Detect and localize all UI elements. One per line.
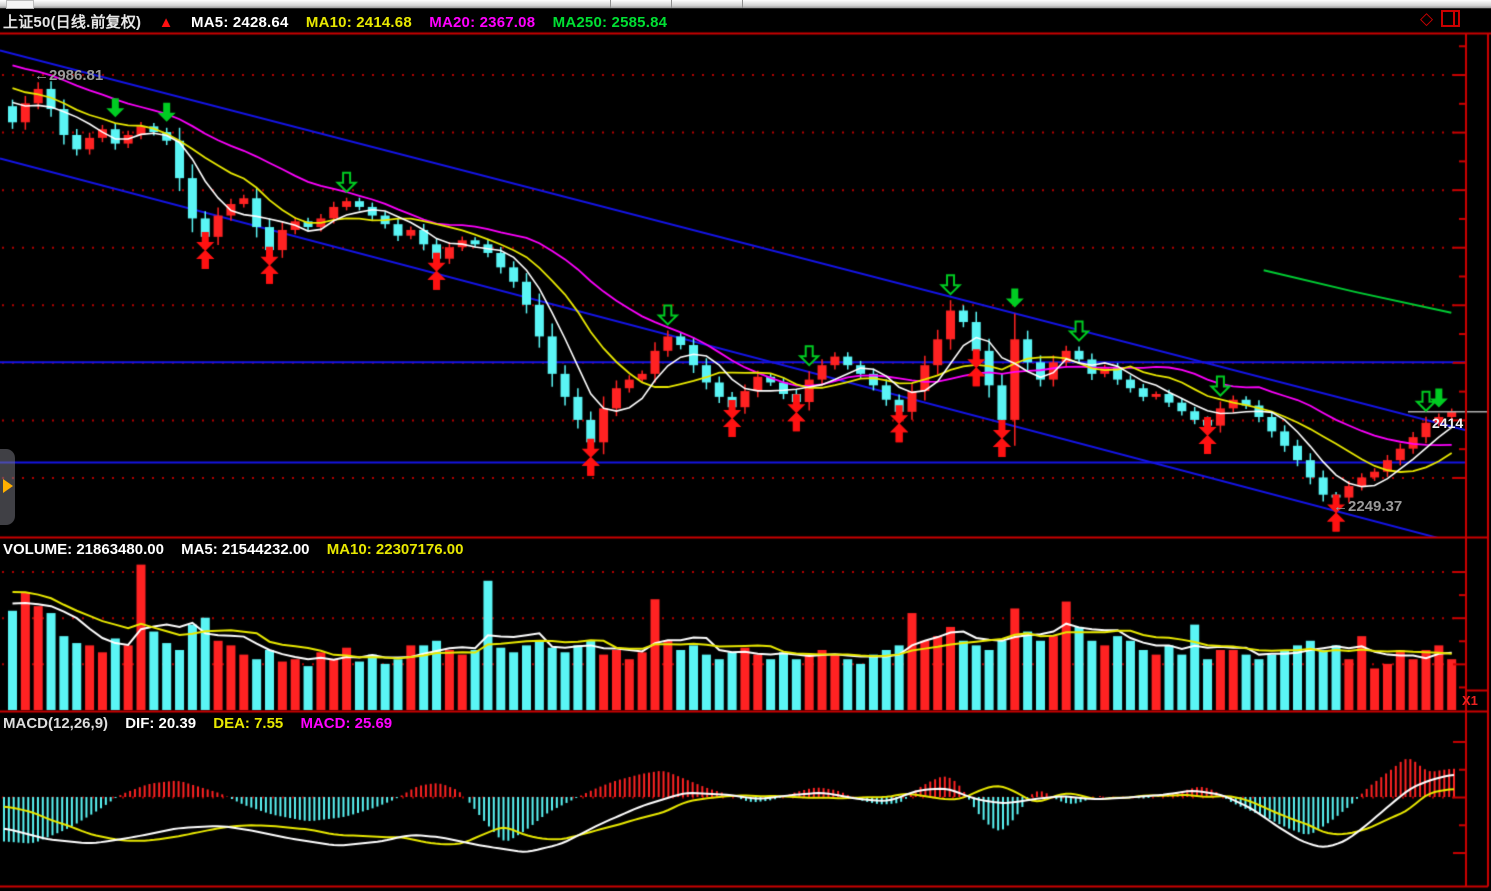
period-high-label: ←2986.81 (34, 67, 103, 84)
toolbar-edge-strip (0, 0, 1491, 9)
toolbar-separator (671, 0, 672, 8)
ma10-value: MA10: 2414.68 (306, 14, 412, 31)
dea-value: DEA: 7.55 (213, 715, 283, 732)
macd-value: MACD: 25.69 (300, 715, 392, 732)
ma20-value: MA20: 2367.08 (429, 14, 535, 31)
macd-header: MACD(12,26,9) DIF: 20.39 DEA: 7.55 MACD:… (3, 715, 405, 732)
volume-ma10-value: MA10: 22307176.00 (327, 541, 464, 558)
ma250-value: MA250: 2585.84 (553, 14, 668, 31)
ma5-value: MA5: 2428.64 (191, 14, 288, 31)
toolbar-button-edge (6, 0, 34, 9)
volume-value: VOLUME: 21863480.00 (3, 541, 164, 558)
last-price-label: 2414 (1432, 415, 1463, 431)
chart-canvas[interactable] (0, 0, 1491, 891)
toolbar-separator (742, 0, 743, 8)
chart-corner-tools: ◇ (1420, 10, 1460, 27)
dif-value: DIF: 20.39 (125, 715, 196, 732)
up-arrow-icon: ▲ (159, 14, 174, 31)
volume-header: VOLUME: 21863480.00 MA5: 21544232.00 MA1… (3, 541, 476, 558)
split-window-icon[interactable] (1441, 10, 1460, 27)
diamond-marker-icon[interactable]: ◇ (1420, 10, 1433, 27)
chart-header: 上证50(日线.前复权) ▲ MA5: 2428.64 MA10: 2414.6… (3, 11, 680, 32)
panel-expand-handle[interactable] (0, 449, 15, 525)
trading-app-window: 上证50(日线.前复权) ▲ MA5: 2428.64 MA10: 2414.6… (0, 0, 1491, 891)
symbol-title: 上证50(日线.前复权) (3, 14, 141, 31)
volume-scale-multiplier: X1 (1462, 693, 1478, 708)
period-low-label: ←2249.37 (1333, 498, 1402, 515)
expand-arrow-icon (3, 479, 13, 493)
toolbar-separator (610, 0, 611, 8)
volume-ma5-value: MA5: 21544232.00 (181, 541, 309, 558)
macd-title: MACD(12,26,9) (3, 715, 108, 732)
